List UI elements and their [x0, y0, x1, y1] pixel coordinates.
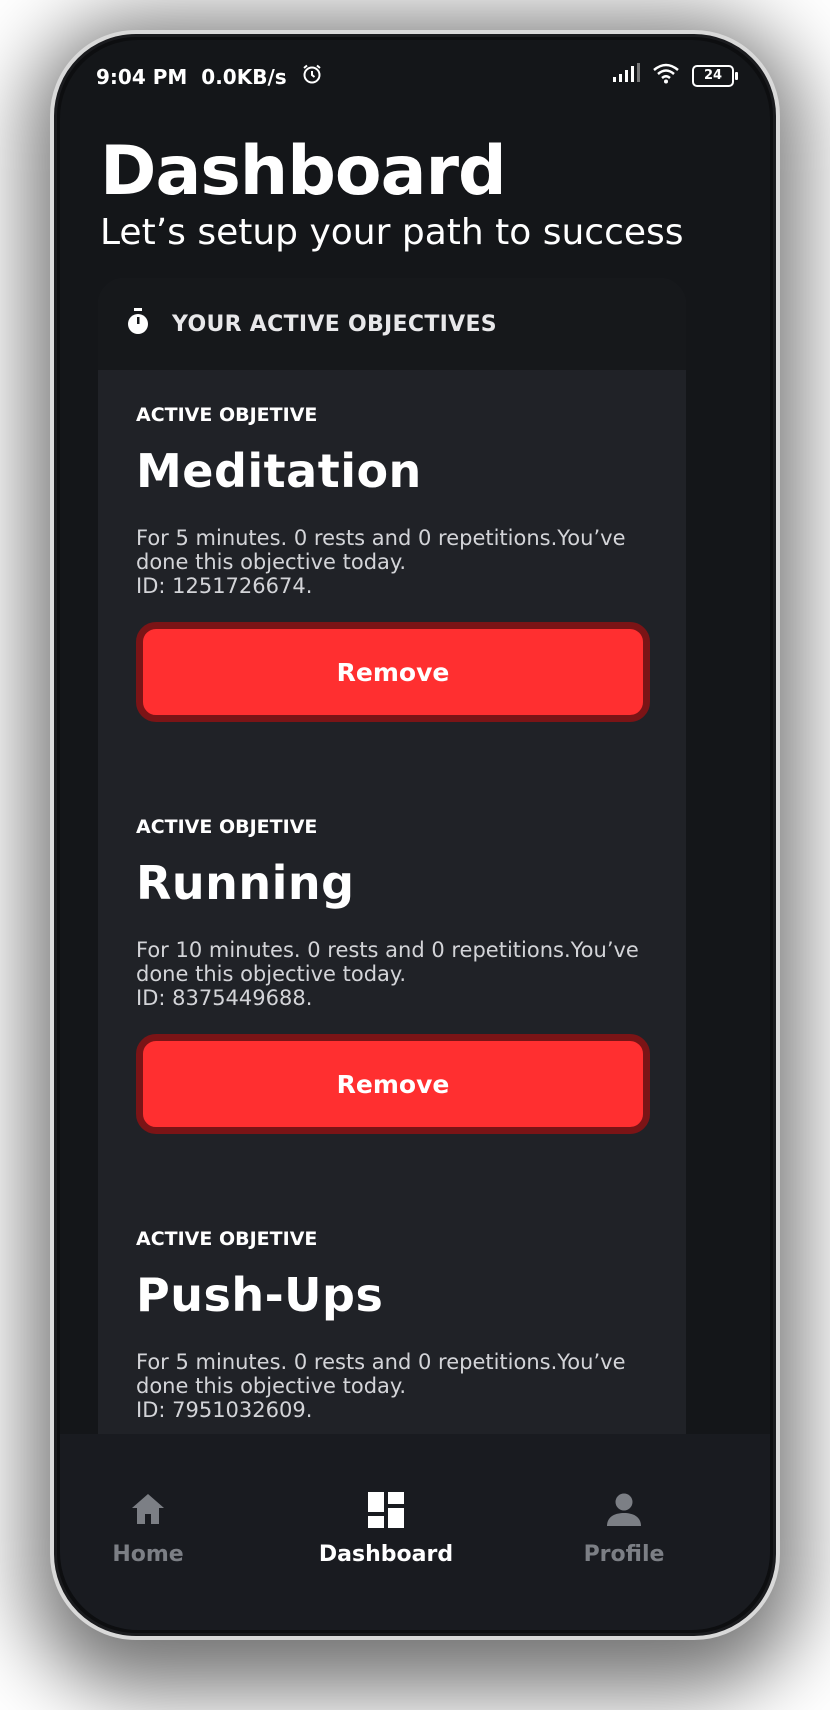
objective-name: Meditation — [136, 444, 422, 498]
page-title: Dashboard — [100, 132, 507, 211]
remove-button[interactable]: Remove — [136, 622, 650, 722]
objective-description-text: For 5 minutes. 0 rests and 0 repetitions… — [136, 526, 626, 574]
objective-description-text: For 5 minutes. 0 rests and 0 repetitions… — [136, 1350, 626, 1398]
page-subtitle: Let’s setup your path to success — [100, 212, 684, 253]
objective-id: ID: 7951032609. — [136, 1398, 313, 1422]
dashboard-icon — [366, 1490, 406, 1530]
objective-id: ID: 8375449688. — [136, 986, 313, 1010]
objective-label: ACTIVE OBJETIVE — [136, 404, 318, 426]
objective-id: ID: 1251726674. — [136, 574, 313, 598]
card-title: YOUR ACTIVE OBJECTIVES — [172, 311, 497, 337]
status-bar: 9:04 PM 0.0KB/s 24 — [60, 40, 770, 110]
objective-description: For 5 minutes. 0 rests and 0 repetitions… — [136, 526, 650, 598]
network-speed: 0.0KB/s — [201, 64, 287, 89]
remove-button[interactable]: Remove — [136, 1034, 650, 1134]
objective-label: ACTIVE OBJETIVE — [136, 1228, 318, 1250]
objective-label: ACTIVE OBJETIVE — [136, 816, 318, 838]
objective-description: For 10 minutes. 0 rests and 0 repetition… — [136, 938, 650, 1010]
home-icon — [128, 1490, 168, 1530]
objective-item: ACTIVE OBJETIVE Running For 10 minutes. … — [136, 816, 650, 1134]
battery-icon: 24 — [692, 64, 738, 87]
alarm-icon — [301, 63, 323, 90]
app-screen: 9:04 PM 0.0KB/s 24 Dashboard Let’s setup… — [60, 40, 770, 1630]
status-left: 9:04 PM 0.0KB/s — [96, 63, 323, 90]
status-time: 9:04 PM — [96, 64, 188, 89]
active-objectives-card: YOUR ACTIVE OBJECTIVES ACTIVE OBJETIVE M… — [98, 278, 686, 1478]
status-right: 24 — [612, 62, 738, 89]
nav-label-dashboard: Dashboard — [318, 1542, 454, 1567]
nav-label-home: Home — [112, 1542, 184, 1567]
objective-description-text: For 10 minutes. 0 rests and 0 repetition… — [136, 938, 639, 986]
phone-frame: 9:04 PM 0.0KB/s 24 Dashboard Let’s setup… — [50, 30, 780, 1640]
objective-description: For 5 minutes. 0 rests and 0 repetitions… — [136, 1350, 650, 1422]
objective-name: Push-Ups — [136, 1268, 384, 1322]
nav-item-dashboard[interactable]: Dashboard — [286, 1490, 486, 1567]
objective-item: ACTIVE OBJETIVE Meditation For 5 minutes… — [136, 404, 650, 722]
nav-item-home[interactable]: Home — [60, 1490, 248, 1567]
bottom-navigation: Home Dashboard Profile — [60, 1434, 770, 1630]
nav-label-profile: Profile — [583, 1542, 665, 1567]
card-header: YOUR ACTIVE OBJECTIVES — [98, 278, 686, 370]
objective-name: Running — [136, 856, 355, 910]
person-icon — [604, 1490, 644, 1530]
stopwatch-icon — [126, 308, 150, 340]
signal-icon — [612, 63, 640, 88]
nav-item-profile[interactable]: Profile — [524, 1490, 724, 1567]
wifi-icon — [652, 62, 680, 89]
objective-item: ACTIVE OBJETIVE Push-Ups For 5 minutes. … — [136, 1228, 650, 1422]
